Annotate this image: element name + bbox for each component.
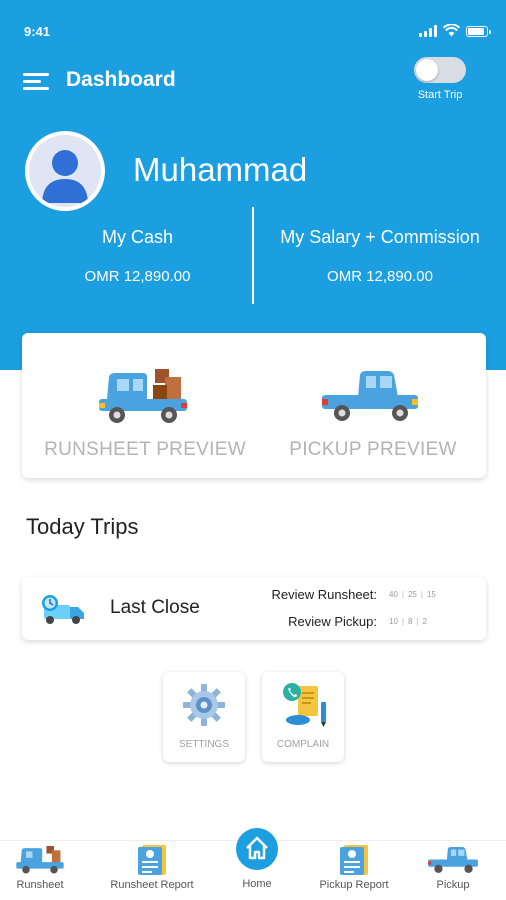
signal-icon <box>419 25 437 37</box>
battery-icon <box>466 26 491 37</box>
complain-label: COMPLAIN <box>276 739 330 750</box>
runsheet-count-1: 40 <box>389 590 398 599</box>
runsheet-preview-button[interactable]: RUNSHEET PREVIEW <box>40 355 250 465</box>
last-close-label: Last Close <box>110 597 200 618</box>
home-icon <box>246 836 268 860</box>
review-runsheet-label: Review Runsheet: <box>271 587 378 602</box>
settings-label: SETTINGS <box>178 739 229 750</box>
home-button[interactable] <box>236 828 278 870</box>
nav-pickup-label: Pickup <box>436 879 470 891</box>
status-time: 9:41 <box>24 24 51 39</box>
delivery-clock-icon <box>42 595 84 624</box>
nav-item-runsheet-report[interactable]: Runsheet Report <box>110 844 194 891</box>
my-cash-stat: My Cash OMR 12,890.00 <box>40 227 235 285</box>
complaint-icon <box>283 683 326 727</box>
stats-divider <box>252 207 254 304</box>
nav-runsheet-label: Runsheet <box>16 879 64 891</box>
runsheet-count-2: 25 <box>407 590 417 599</box>
menu-icon[interactable] <box>23 71 51 91</box>
nav-item-runsheet[interactable]: Runsheet <box>12 846 68 891</box>
nav-runsheet-report-label: Runsheet Report <box>110 879 194 891</box>
settings-tile[interactable]: SETTINGS <box>163 672 245 762</box>
avatar[interactable] <box>25 131 105 211</box>
review-pickup-counts: 10 | 8 | 2 <box>389 617 427 626</box>
runsheet-count-3: 15 <box>426 590 436 599</box>
complain-tile[interactable]: COMPLAIN <box>262 672 344 762</box>
pickup-count-3: 2 <box>422 617 427 626</box>
nav-pickup-report-label: Pickup Report <box>319 879 389 891</box>
loaded-truck-icon <box>16 846 64 874</box>
salary-commission-stat: My Salary + Commission OMR 12,890.00 <box>262 227 498 285</box>
loaded-truck-icon <box>99 369 187 423</box>
pickup-truck-icon <box>428 847 478 873</box>
pickup-preview-button[interactable]: PICKUP PREVIEW <box>268 355 478 465</box>
pickup-count-2: 8 <box>407 617 413 626</box>
toggle-knob <box>416 59 438 81</box>
pickup-truck-icon <box>322 371 418 421</box>
nav-item-pickup-report[interactable]: Pickup Report <box>319 844 389 891</box>
page-title: Dashboard <box>66 68 176 91</box>
start-trip-toggle[interactable] <box>414 57 466 83</box>
pickup-count-1: 10 <box>389 617 398 626</box>
report-icon <box>138 845 166 875</box>
review-pickup-label: Review Pickup: <box>288 614 377 629</box>
pickup-preview-label: PICKUP PREVIEW <box>289 439 457 460</box>
user-avatar-icon <box>29 135 101 207</box>
today-trips-title: Today Trips <box>26 514 139 539</box>
report-icon <box>340 845 368 875</box>
my-cash-value: OMR 12,890.00 <box>84 268 191 285</box>
gear-icon <box>183 684 225 726</box>
my-cash-label: My Cash <box>101 227 173 247</box>
start-trip-label: Start Trip <box>417 89 463 101</box>
wifi-icon <box>443 24 460 37</box>
nav-item-pickup[interactable]: Pickup <box>426 846 480 891</box>
review-runsheet-counts: 40 | 25 | 15 <box>389 590 436 599</box>
status-bar: 9:41 <box>24 22 491 42</box>
runsheet-preview-label: RUNSHEET PREVIEW <box>44 439 246 460</box>
user-name: Muhammad <box>133 151 308 188</box>
salary-commission-label: My Salary + Commission <box>280 227 480 247</box>
salary-commission-value: OMR 12,890.00 <box>327 268 433 285</box>
